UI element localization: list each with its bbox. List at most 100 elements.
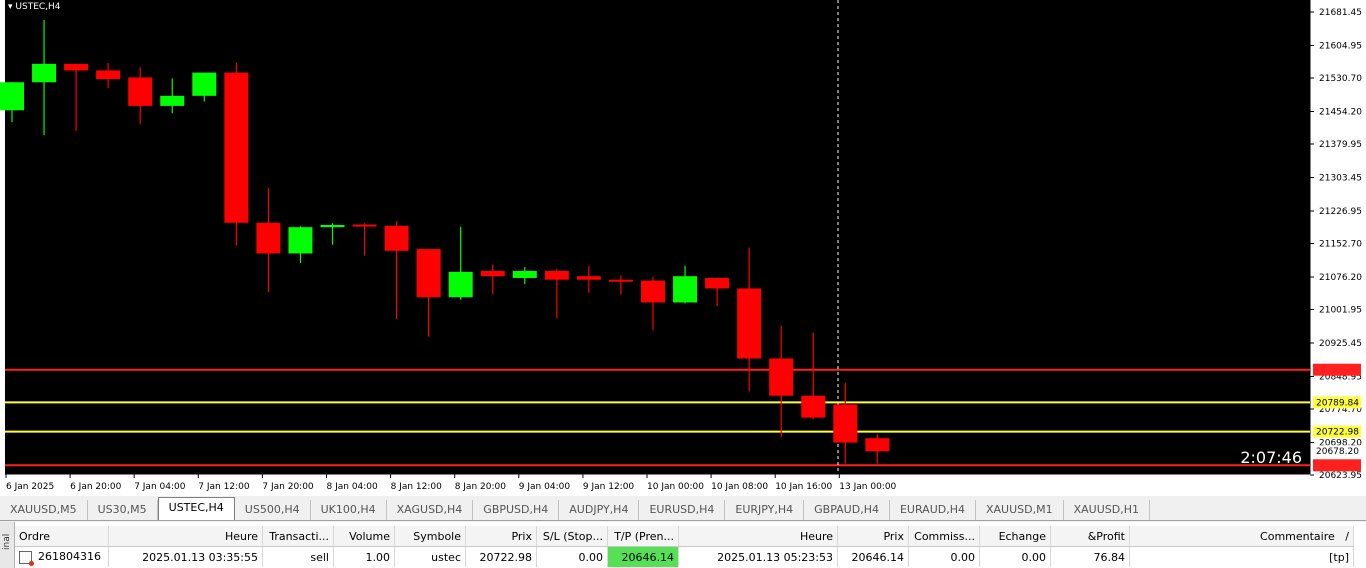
- col-profit[interactable]: &Profit: [1050, 526, 1130, 547]
- price-tick-label: 21303.45: [1319, 173, 1362, 183]
- price-tick-label: 21379.95: [1319, 140, 1362, 150]
- col-prix[interactable]: Prix: [465, 526, 537, 547]
- time-tick-label: 7 Jan 20:00: [262, 482, 314, 492]
- candle-body[interactable]: [384, 225, 409, 251]
- time-tick-label: 9 Jan 04:00: [519, 482, 571, 492]
- candle-body[interactable]: [256, 222, 281, 254]
- price-tag-label: 20646.14: [1316, 461, 1359, 471]
- candle-body[interactable]: [705, 277, 730, 289]
- candle-body[interactable]: [192, 72, 217, 96]
- candle-body[interactable]: [96, 70, 121, 80]
- chart-tab[interactable]: EURUSD,H4: [639, 500, 726, 520]
- chart-tab-strip: XAUUSD,M5 US30,M5 USTEC,H4 US500,H4 UK100,H4…: [0, 497, 1366, 521]
- col-commission[interactable]: Commiss...: [908, 526, 980, 547]
- chart-tab[interactable]: USTEC,H4: [157, 497, 235, 520]
- cell-commentaire: [tp]: [1129, 546, 1354, 567]
- candle-body[interactable]: [673, 276, 698, 303]
- cell-symbole: ustec: [394, 546, 466, 567]
- col-transaction[interactable]: Transacti...: [262, 526, 334, 547]
- chart-tab[interactable]: XAUUSD,M1: [976, 500, 1064, 520]
- cell-transaction: sell: [262, 546, 334, 567]
- cell-volume: 1.00: [333, 546, 395, 567]
- orders-table: Ordre Heure Transacti... Volume Symbole …: [15, 526, 1354, 567]
- candle-body[interactable]: [288, 227, 313, 254]
- time-tick-label: 8 Jan 04:00: [327, 482, 379, 492]
- time-tick-label: 6 Jan 20:00: [70, 482, 122, 492]
- price-tag-label: 20789.84: [1316, 398, 1359, 408]
- price-tick-label: 21001.95: [1319, 306, 1362, 316]
- cell-profit: 76.84: [1050, 546, 1130, 567]
- candle-body[interactable]: [576, 276, 601, 280]
- col-heure[interactable]: Heure: [108, 526, 263, 547]
- cell-prix-close: 20646.14: [837, 546, 909, 567]
- order-row[interactable]: 261804316 2025.01.13 03:35:55 sell 1.00 …: [15, 546, 1354, 567]
- time-tick-label: 8 Jan 12:00: [391, 482, 443, 492]
- chart-tab[interactable]: GBPAUD,H4: [804, 500, 890, 520]
- price-tick-label: 21076.20: [1319, 273, 1362, 283]
- chart-tab[interactable]: US500,H4: [235, 500, 311, 520]
- col-heure-close[interactable]: Heure: [678, 526, 838, 547]
- candle-body[interactable]: [224, 72, 249, 223]
- chart-tab[interactable]: UK100,H4: [311, 500, 387, 520]
- cell-commission: 0.00: [908, 546, 980, 567]
- time-tick-label: 13 Jan 00:00: [839, 482, 896, 492]
- price-tick-label: 21530.70: [1319, 74, 1362, 84]
- terminal-panel: inal Ordre Heure Transacti... Volume Sym…: [0, 522, 1366, 568]
- chart-tab[interactable]: XAGUSD,H4: [387, 500, 474, 520]
- price-tag-label: 20722.98: [1316, 428, 1359, 438]
- candle-body[interactable]: [833, 404, 858, 443]
- chart-tab[interactable]: XAUUSD,M5: [0, 500, 88, 520]
- cell-heure-close: 2025.01.13 05:23:53: [678, 546, 838, 567]
- candle-body[interactable]: [32, 63, 57, 83]
- candle-body[interactable]: [352, 224, 377, 227]
- chart-window[interactable]: 21681.45 21604.95 21530.70 21454.20 21379.95…: [0, 0, 1366, 496]
- chart-tab[interactable]: AUDJPY,H4: [559, 500, 640, 520]
- time-tick-label: 6 Jan 2025: [6, 482, 54, 492]
- time-tick-label: 7 Jan 04:00: [134, 482, 186, 492]
- orders-header-row: Ordre Heure Transacti... Volume Symbole …: [15, 526, 1354, 547]
- col-prix-close[interactable]: Prix: [837, 526, 909, 547]
- candle-body[interactable]: [865, 438, 890, 452]
- time-tick-label: 7 Jan 12:00: [198, 482, 250, 492]
- candle-body[interactable]: [641, 280, 665, 303]
- col-tp[interactable]: T/P (Pren...: [607, 526, 679, 547]
- candle-body[interactable]: [128, 77, 153, 106]
- col-ordre[interactable]: Ordre: [15, 526, 109, 547]
- col-commentaire[interactable]: Commentaire /: [1129, 526, 1354, 547]
- price-tick-label: 21152.70: [1319, 240, 1362, 250]
- candle-body[interactable]: [608, 279, 633, 282]
- candle-body[interactable]: [0, 82, 24, 111]
- chart-tab[interactable]: EURJPY,H4: [725, 500, 805, 520]
- price-tag-label: 20678.20: [1316, 447, 1359, 457]
- chart-tab[interactable]: EURAUD,H4: [890, 500, 976, 520]
- order-history-icon: [19, 550, 34, 566]
- price-tick-label: 21454.20: [1319, 107, 1362, 117]
- candle-body[interactable]: [737, 288, 762, 359]
- candle-body[interactable]: [769, 358, 794, 396]
- symbol-title-text: USTEC,H4: [15, 2, 61, 12]
- terminal-side-label: inal: [0, 522, 15, 568]
- candle-body[interactable]: [416, 249, 441, 298]
- chart-tab[interactable]: XAUUSD,H1: [1064, 500, 1150, 520]
- col-symbole[interactable]: Symbole: [394, 526, 466, 547]
- cell-echange: 0.00: [979, 546, 1051, 567]
- candle-body[interactable]: [160, 95, 185, 106]
- cell-ordre: 261804316: [15, 546, 109, 567]
- time-tick-label: 10 Jan 00:00: [647, 482, 704, 492]
- col-sl[interactable]: S/L (Stop...: [536, 526, 608, 547]
- candle-body[interactable]: [512, 270, 537, 278]
- candle-body[interactable]: [544, 270, 569, 280]
- time-tick-label: 10 Jan 08:00: [711, 482, 768, 492]
- chart-tab[interactable]: US30,M5: [88, 500, 158, 520]
- candle-body[interactable]: [320, 224, 345, 228]
- candle-countdown: 2:07:46: [1240, 448, 1302, 467]
- candle-body[interactable]: [480, 270, 505, 277]
- chart-tab[interactable]: GBPUSD,H4: [473, 500, 560, 520]
- candle-body[interactable]: [801, 395, 826, 418]
- candlestick-chart[interactable]: 21681.45 21604.95 21530.70 21454.20 21379.95…: [0, 0, 1366, 496]
- col-echange[interactable]: Echange: [979, 526, 1051, 547]
- col-volume[interactable]: Volume: [333, 526, 395, 547]
- order-number: 261804316: [38, 550, 101, 564]
- candle-body[interactable]: [64, 63, 89, 71]
- candle-body[interactable]: [448, 271, 473, 298]
